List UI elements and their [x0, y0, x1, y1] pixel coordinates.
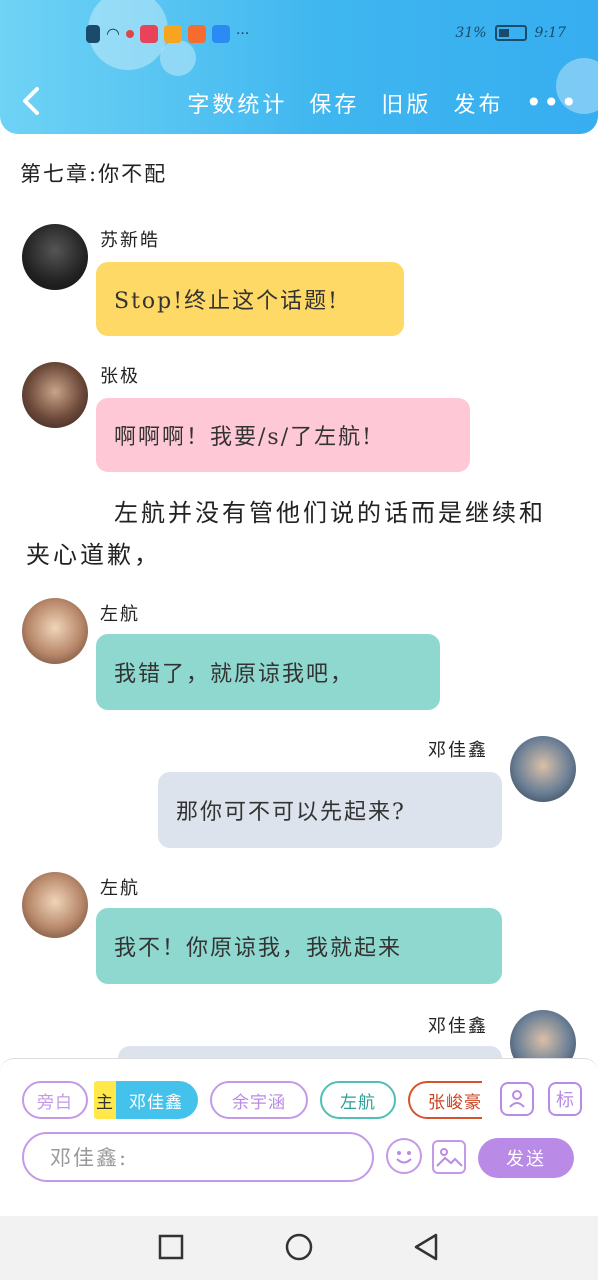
speaker-name: 张极 — [100, 366, 140, 387]
smiley-icon[interactable] — [386, 1138, 422, 1174]
role-chip[interactable]: 余宇涵 — [210, 1081, 308, 1119]
role-chip[interactable]: 左航 — [320, 1081, 396, 1119]
speaker-name: 左航 — [100, 604, 140, 625]
wifi-icon: ◠ — [106, 24, 120, 43]
speaker-name: 邓佳鑫 — [428, 740, 488, 761]
message-bubble[interactable]: 啊啊啊！我要/s/了左航! — [96, 398, 470, 472]
dot-icon — [125, 29, 134, 38]
emoji-glyph — [396, 1151, 412, 1164]
avatar[interactable] — [22, 598, 88, 664]
app-icon — [187, 24, 206, 43]
message-bubble[interactable]: 我错了，就原谅我吧， — [96, 634, 440, 710]
back-nav-icon[interactable] — [412, 1232, 440, 1262]
role-chip-active[interactable]: 主 邓佳鑫 — [94, 1081, 198, 1119]
chapter-title: 第七章:你不配 — [20, 162, 168, 186]
speaker-name: 邓佳鑫 — [428, 1016, 488, 1037]
role-chip-label: 邓佳鑫 — [129, 1092, 183, 1113]
image-glyph — [436, 1148, 463, 1167]
message-bubble[interactable]: 我不！你原谅我，我就起来 — [96, 908, 502, 984]
app-icon — [139, 24, 158, 43]
avatar[interactable] — [22, 872, 88, 938]
old-version-button[interactable]: 旧版 — [381, 87, 431, 119]
message-bubble[interactable]: 那你可不可以先起来? — [158, 772, 502, 848]
message-input[interactable]: 邓佳鑫: — [22, 1132, 374, 1182]
role-chip[interactable]: 张峻豪 — [408, 1081, 482, 1119]
main-role-badge: 主 — [94, 1081, 116, 1119]
person-icon — [509, 1090, 525, 1108]
back-button[interactable] — [20, 86, 44, 116]
image-icon[interactable] — [432, 1140, 466, 1174]
status-bar: ◠ ··· 31% 9:17 — [0, 22, 598, 48]
speaker-name: 左航 — [100, 878, 140, 899]
publish-button[interactable]: 发布 — [453, 87, 503, 119]
system-nav-bar — [0, 1216, 598, 1280]
avatar[interactable] — [22, 224, 88, 290]
search-app-icon — [211, 24, 230, 43]
more-dots-icon[interactable]: ••• — [525, 86, 578, 119]
speaker-name: 苏新皓 — [100, 230, 160, 251]
avatar[interactable] — [22, 362, 88, 428]
word-count-button[interactable]: 字数统计 — [187, 87, 287, 119]
status-right: 31% 9:17 — [455, 25, 566, 41]
send-button[interactable]: 发送 — [478, 1138, 574, 1178]
chevron-left-icon — [23, 87, 39, 115]
message-bubble[interactable]: Stop!终止这个话题! — [96, 262, 404, 336]
role-chip-narrator[interactable]: 旁白 — [22, 1081, 88, 1119]
header-actions: 字数统计 保存 旧版 发布 ••• — [187, 86, 578, 119]
status-more: ··· — [235, 25, 250, 42]
clock: 9:17 — [534, 25, 566, 41]
top-bar: ◠ ··· 31% 9:17 字数统计 保存 旧版 发布 ••• — [0, 0, 598, 134]
person-card-icon[interactable] — [500, 1082, 534, 1116]
mark-button[interactable]: 标 — [548, 1082, 582, 1116]
save-button[interactable]: 保存 — [309, 87, 359, 119]
recents-icon[interactable] — [158, 1232, 184, 1262]
status-icons: ◠ ··· — [86, 24, 249, 43]
home-icon[interactable] — [284, 1232, 314, 1262]
avatar[interactable] — [510, 736, 576, 802]
app-icon — [163, 24, 182, 43]
alert-icon — [86, 24, 100, 43]
battery-percent: 31% — [455, 25, 487, 41]
narration-text[interactable]: 左航并没有管他们说的话而是继续和夹心道歉， — [26, 492, 556, 576]
battery-icon — [494, 25, 527, 41]
